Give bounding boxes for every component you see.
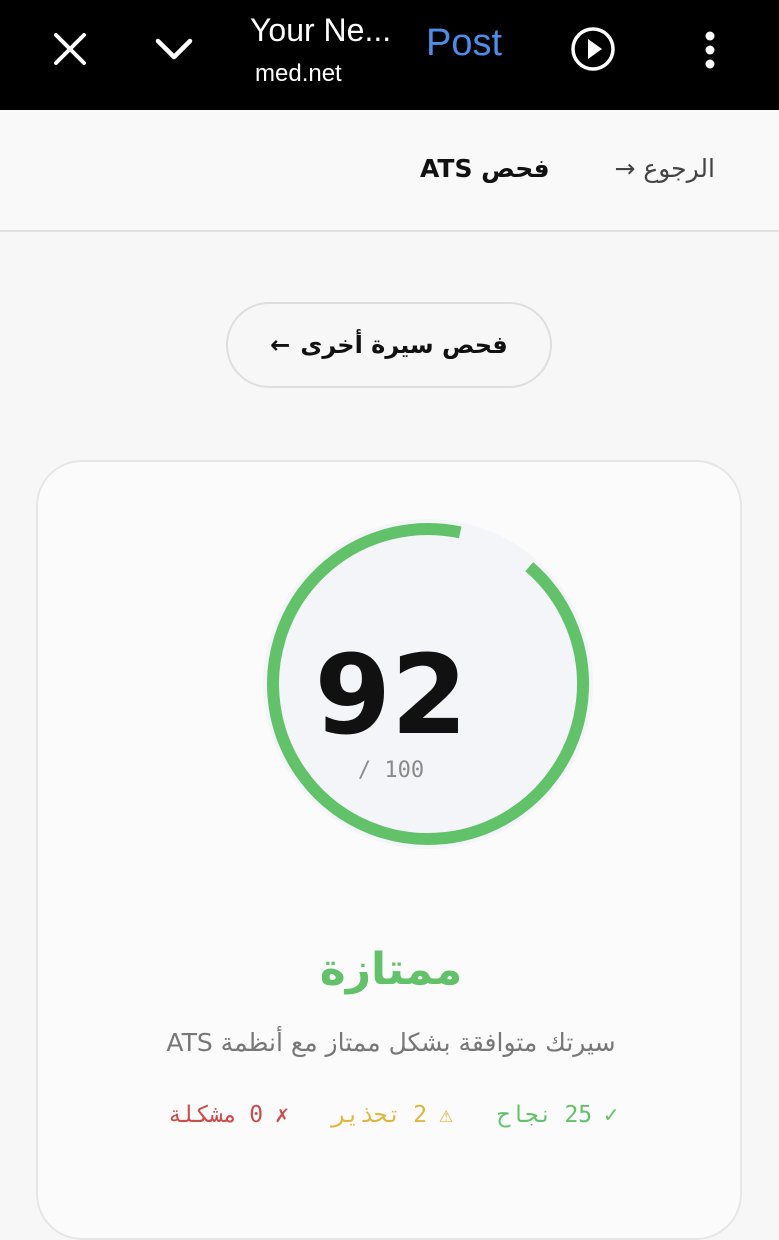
arrow-left-icon: ← — [270, 331, 291, 359]
check-icon: ✓ — [604, 1102, 618, 1128]
stat-error: ✗ 0 مشكلة — [162, 1102, 295, 1128]
rating-description: سيرتك متوافقة بشكل ممتاز مع أنظمة ATS — [166, 1028, 616, 1057]
app-header: الرجوع → فحص ATS — [0, 110, 779, 232]
browser-url: med.net — [255, 60, 342, 87]
close-icon[interactable] — [48, 27, 92, 71]
back-button[interactable]: الرجوع → — [614, 154, 715, 183]
back-label: الرجوع — [643, 154, 715, 183]
score-card: 92 / 100 ممتازة سيرتك متوافقة بشكل ممتاز… — [36, 460, 742, 1240]
arrow-right-icon: → — [614, 154, 636, 183]
check-another-label: فحص سيرة أخرى — [300, 331, 508, 359]
warning-count: 2 — [413, 1102, 428, 1128]
play-icon[interactable] — [570, 26, 616, 72]
cross-icon: ✗ — [275, 1102, 289, 1128]
post-button[interactable]: Post — [426, 22, 502, 65]
pass-label: نجاح — [497, 1102, 553, 1128]
more-vertical-icon[interactable] — [696, 28, 724, 72]
rating-label: ممتازة — [319, 944, 463, 995]
stat-pass: ✓ 25 نجاح — [491, 1102, 624, 1128]
pass-count: 25 — [564, 1102, 593, 1128]
chevron-down-icon[interactable] — [150, 27, 198, 71]
browser-page-title: Your Ne... — [250, 12, 392, 48]
error-label: مشكلة — [168, 1102, 238, 1128]
stat-warning: ⚠ 2 تحذير — [326, 1102, 459, 1128]
page-title: فحص ATS — [420, 154, 550, 183]
browser-toolbar: Your Ne... med.net Post — [0, 0, 779, 110]
warning-icon: ⚠ — [439, 1102, 453, 1128]
check-another-resume-button[interactable]: فحص سيرة أخرى ← — [226, 302, 552, 388]
score-value: 92 — [314, 631, 468, 759]
warning-label: تحذير — [332, 1102, 402, 1128]
stats-row: ✓ 25 نجاح ⚠ 2 تحذير ✗ 0 مشكلة — [38, 1102, 744, 1142]
score-max: / 100 — [357, 758, 425, 783]
error-count: 0 — [249, 1102, 264, 1128]
